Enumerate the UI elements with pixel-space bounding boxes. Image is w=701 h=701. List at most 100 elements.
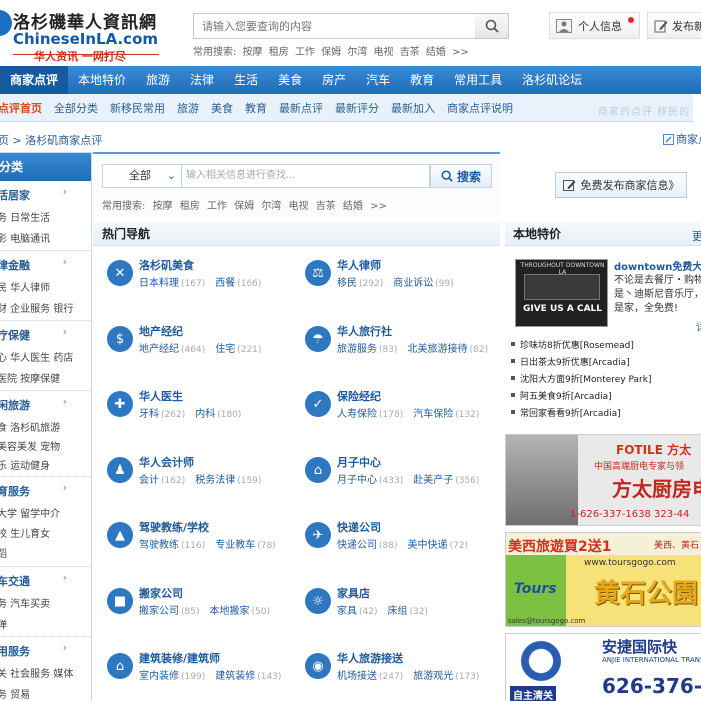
service-link[interactable]: 旅游服务 xyxy=(337,344,377,355)
bus-ad-title[interactable]: downtown免费大巴 xyxy=(614,258,701,273)
service-card[interactable]: ✓ 保险经纪 人寿保险 (178) 汽车保险 (132) xyxy=(291,383,491,443)
deal-item[interactable]: 日出茶太9折优惠[Arcadia] xyxy=(511,355,651,372)
hot-search-term[interactable]: 租房 xyxy=(180,201,200,212)
nav-life[interactable]: 生活 xyxy=(224,66,268,94)
hot-search-term[interactable]: 按摩 xyxy=(243,47,263,58)
accountant-icon[interactable]: ♟ xyxy=(107,457,133,483)
site-search-input[interactable] xyxy=(194,14,475,38)
postpartum-icon[interactable]: ⌂ xyxy=(305,457,331,483)
service-card[interactable]: ♟ 华人会计师 会计 (162) 税务法律 (159) xyxy=(93,449,293,509)
service-title[interactable]: 快递公司 xyxy=(337,519,381,535)
hot-search-term[interactable]: 吉茶 xyxy=(400,47,420,58)
service-card[interactable]: ☂ 华人旅行社 旅游服务 (83) 北美旅游接待 (82) xyxy=(291,318,491,378)
hot-search-term[interactable]: 尔湾 xyxy=(347,47,367,58)
nav-real-estate[interactable]: 房产 xyxy=(312,66,356,94)
service-link[interactable]: 商业诉讼 xyxy=(393,278,433,289)
category-services[interactable]: 用服务 › 关 社会服务 媒体 务 贸易 xyxy=(0,637,91,701)
service-title[interactable]: 地产经纪 xyxy=(139,323,183,339)
nav-local-deals[interactable]: 本地特价 xyxy=(68,66,136,94)
service-link[interactable]: 汽车保险 xyxy=(413,409,453,420)
category-links[interactable]: 影 电脑通讯 xyxy=(0,230,91,245)
lawyer-icon[interactable]: ⚖ xyxy=(305,260,331,286)
service-link[interactable]: 专业教车 xyxy=(215,540,255,551)
logo-domain[interactable]: ChineseInLA.com xyxy=(13,30,158,48)
hot-search-term[interactable]: 租房 xyxy=(269,47,289,58)
service-title[interactable]: 华人会计师 xyxy=(139,454,194,470)
category-title[interactable]: 闲旅游 xyxy=(0,397,91,413)
service-title[interactable]: 建筑装修/建筑师 xyxy=(139,650,220,666)
service-card[interactable]: ✚ 华人医生 牙科 (262) 内科 (180) xyxy=(93,383,293,443)
service-link[interactable]: 人寿保险 xyxy=(337,409,377,420)
service-link[interactable]: 旅游观光 xyxy=(413,671,453,682)
site-search-button[interactable] xyxy=(475,13,509,39)
hot-search-term[interactable]: 保姆 xyxy=(234,201,254,212)
service-title[interactable]: 家具店 xyxy=(337,585,370,601)
category-home-life[interactable]: 活居家 › 务 日常生活 影 电脑通讯 xyxy=(0,181,91,251)
moving-truck-icon[interactable]: ■ xyxy=(107,588,133,614)
hot-search-more[interactable]: >> xyxy=(370,201,387,212)
subnav-food[interactable]: 美食 xyxy=(205,100,239,116)
service-link[interactable]: 美中快递 xyxy=(407,540,447,551)
service-card[interactable]: ✕ 洛杉矶美食 日本料理 (167) 西餐 (166) xyxy=(93,252,293,312)
subnav-all-categories[interactable]: 全部分类 xyxy=(48,100,104,116)
service-link[interactable]: 本地搬家 xyxy=(209,606,249,617)
keyword-input[interactable]: 输入相关信息进行查找... xyxy=(182,164,430,188)
category-links[interactable]: 校 生儿育女 xyxy=(0,525,91,540)
service-title[interactable]: 驾驶教练/学校 xyxy=(139,519,209,535)
category-title[interactable]: 用服务 xyxy=(0,643,91,659)
travel-agency-icon[interactable]: ☂ xyxy=(305,326,331,352)
hot-search-term[interactable]: 电视 xyxy=(289,201,309,212)
doctor-icon[interactable]: ✚ xyxy=(107,391,133,417)
service-title[interactable]: 搬家公司 xyxy=(139,585,183,601)
service-card[interactable]: ◉ 华人旅游接送 机场接送 (247) 旅游观光 (173) xyxy=(291,645,491,701)
service-title[interactable]: 月子中心 xyxy=(337,454,381,470)
service-link[interactable]: 北美旅游接待 xyxy=(407,344,467,355)
service-link[interactable]: 住宅 xyxy=(215,344,235,355)
service-link[interactable]: 室内装修 xyxy=(139,671,179,682)
service-card[interactable]: $ 地产经纪 地产经纪 (464) 住宅 (221) xyxy=(93,318,293,378)
service-link[interactable]: 家具 xyxy=(337,606,357,617)
service-title[interactable]: 华人律师 xyxy=(337,257,381,273)
deal-item[interactable]: 沈阳大方面9折[Monterey Park] xyxy=(511,372,651,389)
local-deals-more[interactable]: 更 xyxy=(692,228,701,244)
service-card[interactable]: ■ 搬家公司 搬家公司 (85) 本地搬家 (50) xyxy=(93,580,293,640)
subnav-latest-added[interactable]: 最新加入 xyxy=(385,100,441,116)
service-title[interactable]: 华人旅行社 xyxy=(337,323,392,339)
category-links[interactable]: 心 华人医生 药店 xyxy=(0,349,91,364)
hot-search-term[interactable]: 结婚 xyxy=(426,47,446,58)
category-links[interactable]: 务 日常生活 xyxy=(0,209,91,224)
hot-search-term[interactable]: 按摩 xyxy=(153,201,173,212)
service-card[interactable]: ⌂ 月子中心 月子中心 (433) 赴美产子 (356) xyxy=(291,449,491,509)
nav-tools[interactable]: 常用工具 xyxy=(444,66,512,94)
subnav-latest-reviews[interactable]: 最新点评 xyxy=(273,100,329,116)
category-links[interactable]: 美容美发 宠物 xyxy=(0,438,91,453)
category-links[interactable]: 大学 留学中介 xyxy=(0,505,91,520)
hot-search-term[interactable]: 结婚 xyxy=(343,201,363,212)
service-link[interactable]: 快递公司 xyxy=(337,540,377,551)
category-title[interactable]: 育服务 xyxy=(0,483,91,499)
service-link[interactable]: 移民 xyxy=(337,278,357,289)
service-title[interactable]: 华人医生 xyxy=(139,388,183,404)
service-link[interactable]: 驾驶教练 xyxy=(139,540,179,551)
hot-search-term[interactable]: 尔湾 xyxy=(261,201,281,212)
category-links[interactable]: 蹈 xyxy=(0,545,91,560)
service-title[interactable]: 洛杉矶美食 xyxy=(139,257,194,273)
personal-info-button[interactable]: 个人信息 xyxy=(549,12,640,39)
service-link[interactable]: 地产经纪 xyxy=(139,344,179,355)
service-card[interactable]: ⚖ 华人律师 移民 (292) 商业诉讼 (99) xyxy=(291,252,491,312)
shuttle-car-icon[interactable]: ◉ xyxy=(305,653,331,679)
subnav-travel[interactable]: 旅游 xyxy=(171,100,205,116)
service-link[interactable]: 日本料理 xyxy=(139,278,179,289)
nav-biz-review[interactable]: 商家点评 xyxy=(0,66,69,94)
courier-icon[interactable]: ✈ xyxy=(305,522,331,548)
hot-search-term[interactable]: 工作 xyxy=(295,47,315,58)
nav-education[interactable]: 教育 xyxy=(400,66,444,94)
service-card[interactable]: ✈ 快递公司 快递公司 (88) 美中快递 (72) xyxy=(291,514,491,574)
service-link[interactable]: 牙科 xyxy=(139,409,159,420)
nav-travel[interactable]: 旅游 xyxy=(136,66,180,94)
hot-search-more[interactable]: >> xyxy=(452,47,469,58)
anjie-ad-banner[interactable]: 安捷国际快 ANJIE INTERNATIONAL TRANSPORTA 自主清… xyxy=(505,633,701,701)
bus-ad-more[interactable]: 详 xyxy=(696,319,701,334)
service-link[interactable]: 机场接送 xyxy=(337,671,377,682)
category-medical[interactable]: 疗保健 › 心 华人医生 药店 医院 按摩保健 xyxy=(0,321,91,391)
